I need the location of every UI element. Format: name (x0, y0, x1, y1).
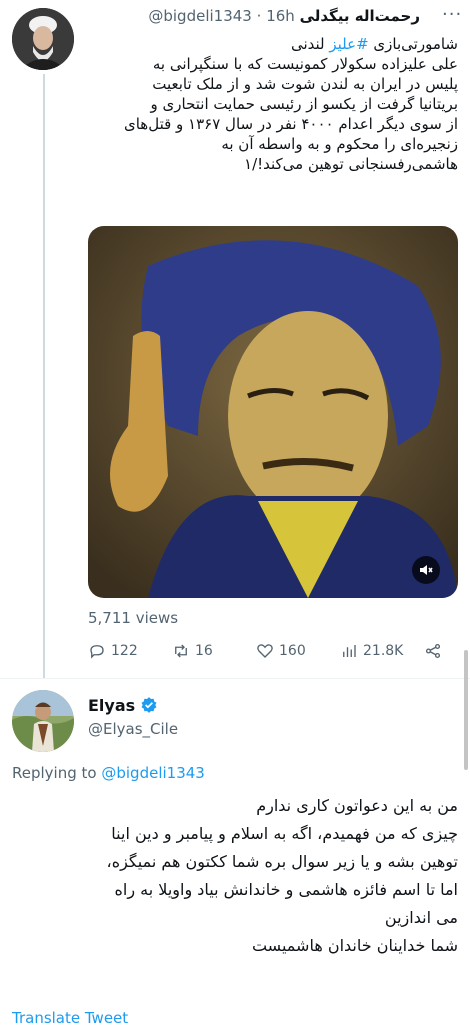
scrollbar[interactable] (464, 650, 468, 770)
replying-to-line: Replying to @bigdeli1343 (12, 764, 205, 782)
header-separator: · (256, 7, 262, 25)
tweet-text-segment: بریتانیا گرفت از یکسو از رئیسی حمایت انت… (150, 95, 458, 113)
more-icon[interactable]: ··· (442, 4, 462, 25)
retweet-button[interactable]: 16 (172, 642, 213, 660)
tweet-text-line: پلیس در ایران به لندن شوت شد و از ملک تا… (78, 74, 458, 94)
author-handle[interactable]: @bigdeli1343 (148, 7, 251, 25)
tweet-video[interactable] (88, 226, 458, 598)
reply-button[interactable]: 122 (88, 642, 138, 660)
share-button[interactable] (424, 642, 442, 660)
reply-header: Elyas (88, 696, 158, 715)
replying-to-label: Replying to (12, 764, 97, 782)
like-button[interactable]: 160 (256, 642, 306, 660)
reply-text: من به این دعواتون کاری ندارم چیزی که من ف… (12, 792, 458, 960)
tweet-text-line: زنجیره‌ای را محکوم و به واسطه آن به (78, 134, 458, 154)
retweet-icon (175, 644, 187, 658)
tweet-time[interactable]: 16h (266, 7, 295, 25)
reply-text-line: چیزی که من فهمیدم، اگه به اسلام و پیامبر… (111, 824, 458, 843)
replying-to-handle[interactable]: @bigdeli1343 (101, 764, 204, 782)
analytics-count: 21.8K (363, 643, 404, 659)
author-name[interactable]: رحمت‌اله بیگدلی (300, 7, 420, 25)
retweet-count: 16 (195, 643, 213, 659)
reply-text-line: توهین بشه و یا زیر سوال بره شما ککتون هم… (106, 852, 458, 871)
thread-line (43, 74, 45, 678)
like-icon (257, 644, 273, 658)
hashtag-link[interactable]: #علیز (329, 35, 368, 53)
tweet-text-segment: پلیس در ایران به لندن شوت شد و از ملک تا… (152, 75, 458, 93)
tweet-text-line: علی علیزاده سکولار کمونیست که با سنگپران… (78, 54, 458, 74)
tweet-text-segment: هاشمی‌رفسنجانی توهین می‌کند!/۱ (244, 155, 458, 173)
view-count: 5,711 views (88, 609, 179, 627)
reply-text-line: من به این دعواتون کاری ندارم (256, 796, 458, 815)
tweet-divider (0, 678, 470, 679)
tweet-text-segment: از سوی دیگر اعدام ۴۰۰۰ نفر در سال ۱۳۶۷ و… (123, 115, 458, 133)
tweet-text-line: شامورتی‌بازی #علیز لندنی (78, 34, 458, 54)
tweet-text-line: هاشمی‌رفسنجانی توهین می‌کند!/۱ (78, 154, 458, 174)
mute-icon[interactable] (412, 556, 440, 584)
reply-author-handle[interactable]: @Elyas_Cile (88, 720, 178, 738)
tweet-text-line: بریتانیا گرفت از یکسو از رئیسی حمایت انت… (78, 94, 458, 114)
tweet-text: شامورتی‌بازی #علیز لندنی علی علیزاده سکول… (78, 34, 458, 174)
tweet-header: رحمت‌اله بیگدلی @bigdeli1343 · 16h (148, 7, 420, 25)
translate-link[interactable]: Translate Tweet (12, 1009, 128, 1027)
like-count: 160 (279, 643, 306, 659)
reply-icon (90, 645, 104, 659)
reply-count: 122 (111, 643, 138, 659)
tweet-text-line: از سوی دیگر اعدام ۴۰۰۰ نفر در سال ۱۳۶۷ و… (78, 114, 458, 134)
reply-author-name[interactable]: Elyas (88, 696, 135, 715)
share-icon (425, 643, 441, 659)
tweet-text-segment: زنجیره‌ای را محکوم و به واسطه آن به (221, 135, 458, 153)
reply-author-avatar[interactable] (12, 690, 74, 752)
tweet-text-segment: لندنی (290, 35, 330, 53)
reply-text-line: اما تا اسم فائزه هاشمی و خاندانش بیاد وا… (114, 880, 458, 899)
reply-text-line: می اندازین (384, 908, 458, 927)
tweet-text-segment: شامورتی‌بازی (368, 35, 458, 53)
author-avatar[interactable] (12, 8, 74, 70)
verified-icon (141, 697, 157, 713)
tweet-text-segment: علی علیزاده سکولار کمونیست که با سنگپران… (152, 55, 458, 73)
analytics-icon (343, 645, 356, 657)
reply-avatar-image (12, 690, 74, 752)
reply-text-line: شما خداینان خاندان هاشمیست (251, 936, 458, 955)
video-frame (88, 226, 458, 598)
avatar-image (12, 8, 74, 70)
analytics-button[interactable]: 21.8K (340, 642, 403, 660)
